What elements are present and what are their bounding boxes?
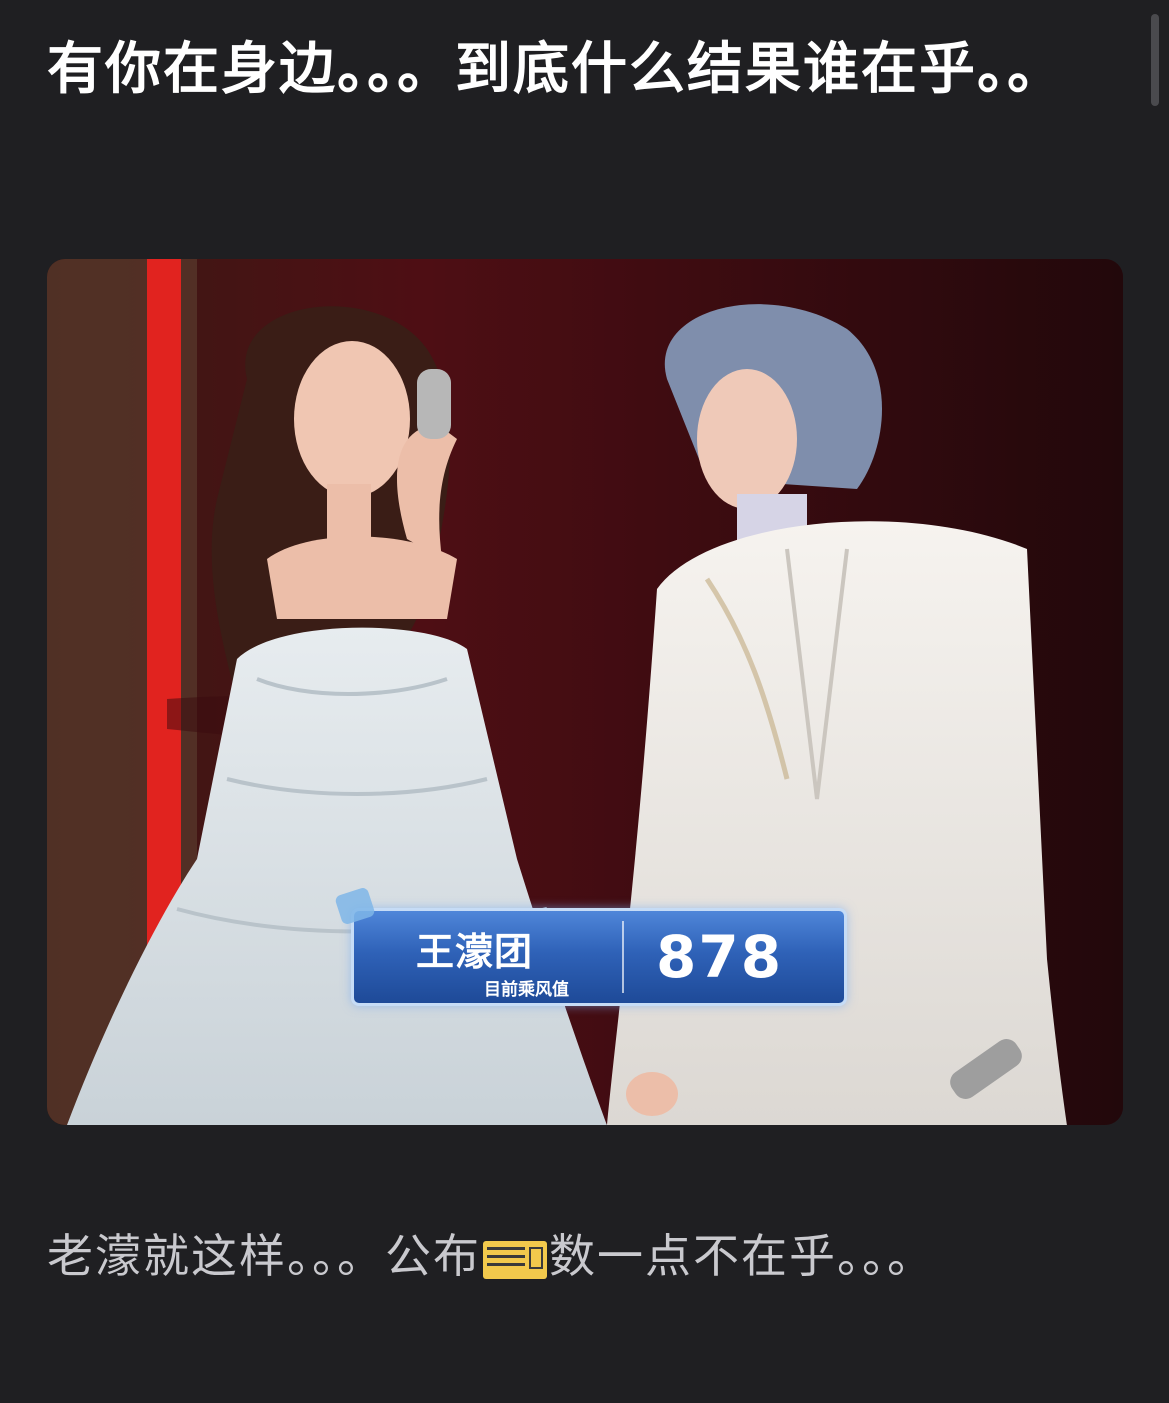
post-caption: 老濛就这样。。。公布 数一点不在乎。。。 xyxy=(47,1210,1047,1302)
ticket-icon xyxy=(483,1240,547,1279)
score-overlay: 王濛团 目前乘风值 878 xyxy=(334,886,847,1006)
team-name: 王濛团 xyxy=(416,930,534,974)
score-value: 878 xyxy=(656,923,784,991)
score-divider xyxy=(622,921,624,993)
score-subtitle: 目前乘风值 xyxy=(484,980,569,1000)
caption-text-start: 老濛就这样。。。公布 xyxy=(47,1229,481,1283)
scrollbar[interactable] xyxy=(1151,14,1159,106)
post-title: 有你在身边。。。到底什么结果谁在乎。。 xyxy=(47,37,1065,102)
post-image[interactable]: 王濛团 目前乘风值 878 xyxy=(47,259,1123,1125)
caption-text-end: 数一点不在乎。。。 xyxy=(549,1229,935,1283)
